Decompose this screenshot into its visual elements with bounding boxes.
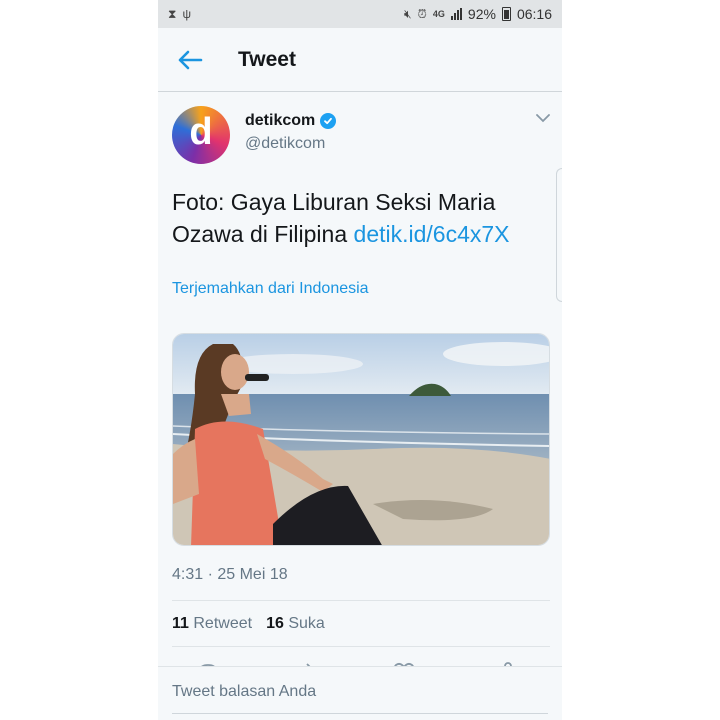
reply-underline	[172, 713, 548, 714]
battery-icon	[501, 7, 511, 21]
tweet-photo[interactable]	[172, 333, 550, 546]
tweet-text: Foto: Gaya Liburan Seksi Maria Ozawa di …	[172, 186, 548, 250]
retweet-count: 11	[172, 615, 189, 632]
app-header: Tweet	[158, 28, 562, 92]
reply-input[interactable]: Tweet balasan Anda	[172, 683, 548, 701]
battery-percent: 92%	[467, 6, 496, 22]
verified-icon	[320, 113, 337, 129]
translate-link[interactable]: Terjemahkan dari Indonesia	[172, 280, 548, 298]
like-stat[interactable]: 16 Suka	[266, 615, 325, 633]
back-arrow-icon	[178, 50, 203, 69]
like-count: 16	[266, 615, 284, 632]
name-row: detikcom	[245, 112, 337, 130]
author-names: detikcom @detikcom	[245, 112, 337, 153]
status-bar: ⧗ ψ 🔇︎ ⏰︎ 4G 92% 06:16	[158, 0, 562, 28]
tweet-timestamp: 4:31 · 25 Mei 18	[172, 566, 288, 583]
avatar[interactable]: d	[172, 106, 230, 164]
tweet-link[interactable]: detik.id/6c4x7X	[354, 221, 510, 247]
clock: 06:16	[516, 6, 552, 22]
reply-bar: Tweet balasan Anda	[158, 666, 562, 720]
tweet-detail: d detikcom @detikcom Foto: Gaya Liburan …	[158, 92, 562, 673]
network-type: 4G	[432, 9, 445, 19]
tweet-menu-button[interactable]	[536, 110, 550, 128]
mute-icon: 🔇︎	[403, 6, 412, 21]
scroll-indicator	[556, 168, 562, 302]
back-button[interactable]	[158, 28, 222, 92]
chevron-down-icon	[536, 114, 550, 123]
alarm-icon: ⏰︎	[417, 6, 427, 21]
signal-icon	[450, 8, 462, 20]
status-left: ⧗ ψ	[168, 7, 191, 22]
hourglass-icon: ⧗	[168, 6, 177, 21]
author-name[interactable]: detikcom	[245, 112, 315, 130]
tweet-author: d detikcom @detikcom	[172, 106, 548, 164]
retweet-stat[interactable]: 11 Retweet	[172, 615, 252, 633]
beach-photo	[173, 334, 549, 545]
usb-icon: ψ	[182, 7, 191, 21]
retweet-label: Retweet	[193, 615, 253, 632]
status-right: 🔇︎ ⏰︎ 4G 92% 06:16	[404, 6, 552, 22]
page-title: Tweet	[238, 47, 296, 71]
author-handle[interactable]: @detikcom	[245, 135, 336, 153]
like-label: Suka	[288, 615, 325, 632]
avatar-letter: d	[189, 111, 213, 153]
phone-screen: ⧗ ψ 🔇︎ ⏰︎ 4G 92% 06:16 Tweet d detikcom …	[158, 0, 562, 720]
tweet-stats: 11 Retweet 16 Suka	[172, 601, 548, 646]
